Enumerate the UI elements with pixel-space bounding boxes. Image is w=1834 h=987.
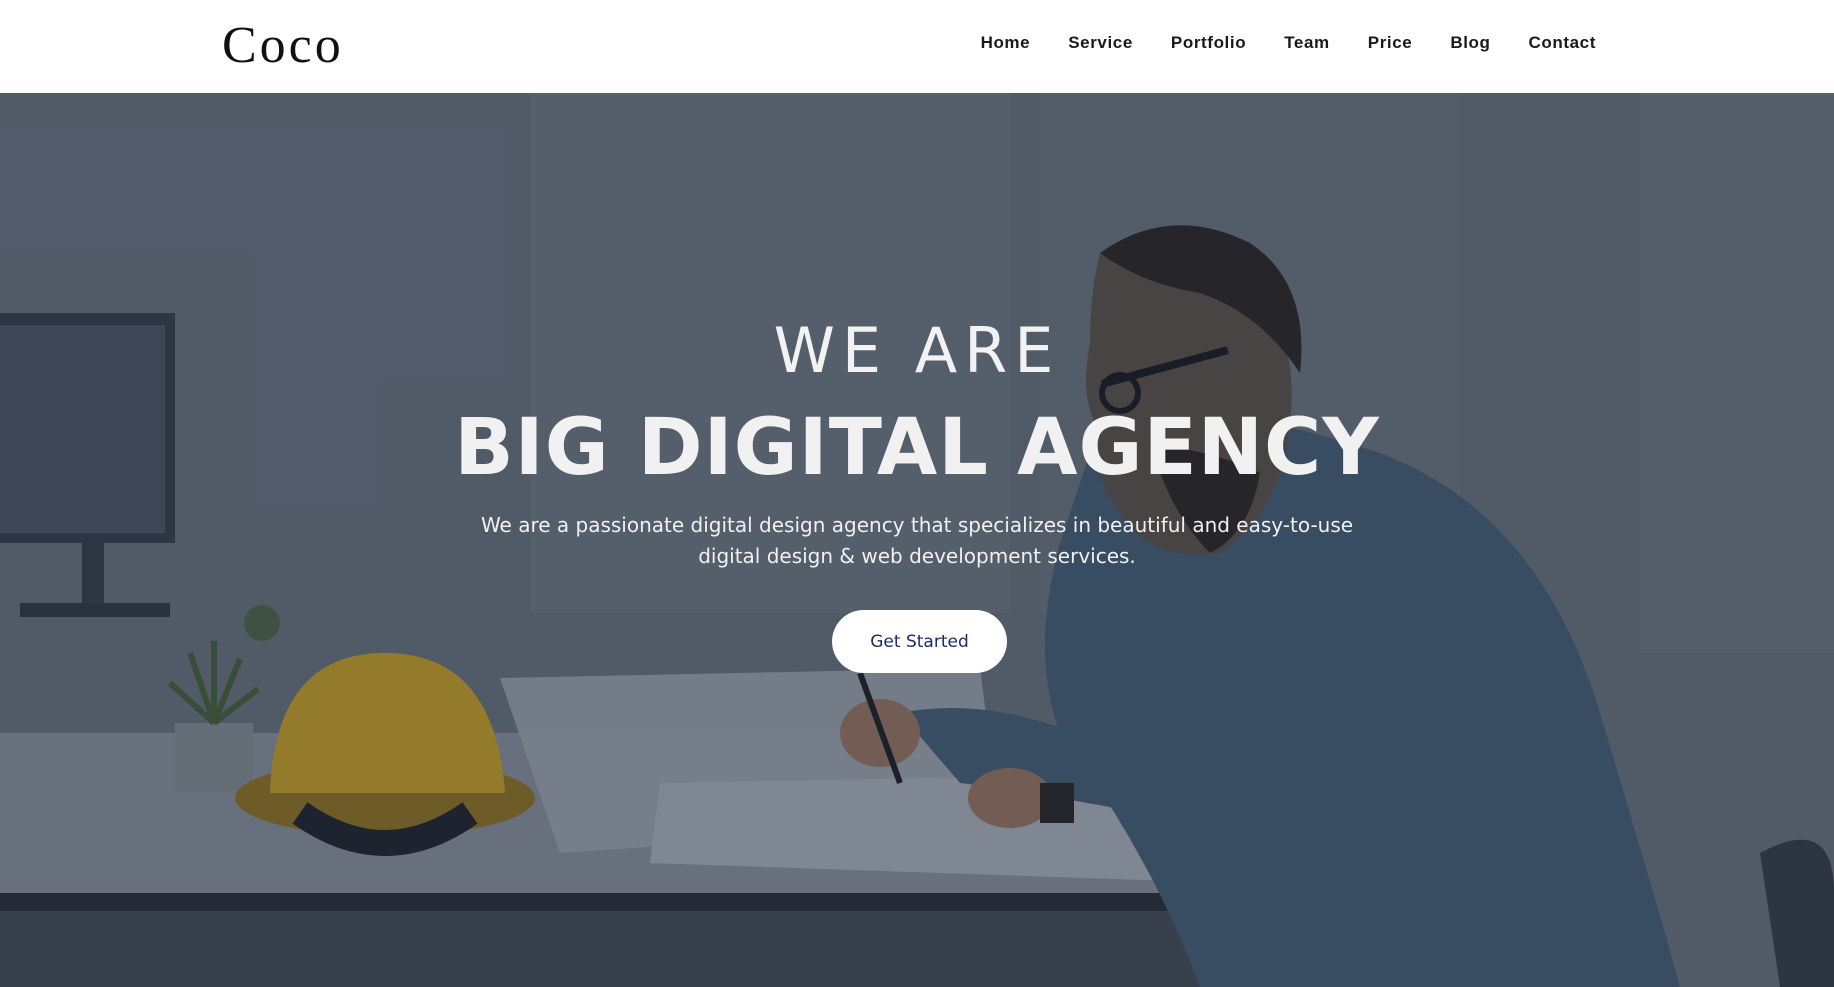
nav-item-price[interactable]: Price	[1368, 31, 1413, 55]
nav-item-home[interactable]: Home	[981, 31, 1031, 55]
nav-item-portfolio[interactable]: Portfolio	[1171, 31, 1246, 55]
hero-title: BIG DIGITAL AGENCY	[454, 403, 1380, 493]
main-nav: Home Service Portfolio Team Price Blog C…	[981, 31, 1596, 55]
site-logo[interactable]: Coco	[222, 16, 344, 76]
hero-content: WE ARE BIG DIGITAL AGENCY We are a passi…	[0, 93, 1834, 987]
get-started-button[interactable]: Get Started	[832, 610, 1007, 673]
nav-item-contact[interactable]: Contact	[1529, 31, 1596, 55]
hero-eyebrow: WE ARE	[773, 314, 1061, 387]
nav-item-blog[interactable]: Blog	[1450, 31, 1490, 55]
nav-item-team[interactable]: Team	[1284, 31, 1330, 55]
hero-section: WE ARE BIG DIGITAL AGENCY We are a passi…	[0, 93, 1834, 987]
hero-description: We are a passionate digital design agenc…	[480, 513, 1354, 568]
nav-item-service[interactable]: Service	[1068, 31, 1133, 55]
top-navbar: Coco Home Service Portfolio Team Price B…	[0, 0, 1834, 93]
